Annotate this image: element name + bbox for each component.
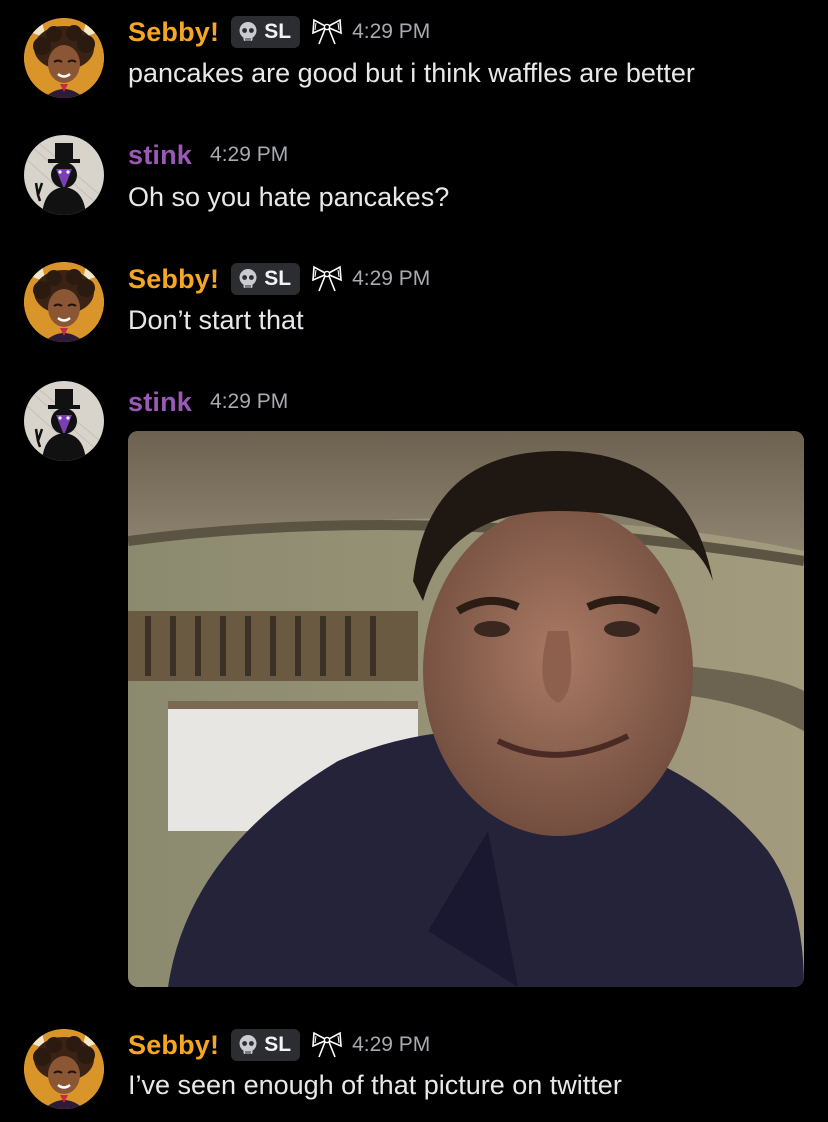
- message-text: Oh so you hate pancakes?: [128, 182, 450, 212]
- message-header: Sebby! SL 4:29 PM: [128, 1027, 430, 1063]
- tag-label: SL: [264, 20, 292, 43]
- server-tag[interactable]: SL: [231, 1029, 301, 1061]
- message-header: Sebby! SL 4:29 PM: [128, 14, 430, 50]
- stink-avatar[interactable]: [24, 381, 104, 461]
- message-header: stink 4:29 PM: [128, 137, 288, 173]
- sebby-avatar[interactable]: [24, 262, 104, 342]
- skull-icon: [237, 21, 259, 43]
- server-tag[interactable]: SL: [231, 16, 301, 48]
- image-attachment[interactable]: [128, 431, 804, 987]
- message-text: pancakes are good but i think waffles ar…: [128, 58, 695, 88]
- timestamp: 4:29 PM: [210, 390, 289, 413]
- stink-avatar[interactable]: [24, 135, 104, 215]
- message-text: Don’t start that: [128, 305, 304, 335]
- server-tag[interactable]: SL: [231, 263, 301, 295]
- sebby-avatar[interactable]: [24, 18, 104, 98]
- timestamp: 4:29 PM: [352, 20, 431, 43]
- skull-icon: [237, 1034, 259, 1056]
- message-header: stink 4:29 PM: [128, 384, 288, 420]
- username[interactable]: Sebby!: [128, 17, 219, 48]
- tag-label: SL: [264, 1033, 292, 1056]
- username[interactable]: stink: [128, 140, 192, 171]
- bow-icon[interactable]: [310, 1030, 344, 1060]
- username[interactable]: Sebby!: [128, 1030, 219, 1061]
- username[interactable]: stink: [128, 387, 192, 418]
- timestamp: 4:29 PM: [352, 1033, 431, 1056]
- bow-icon[interactable]: [310, 264, 344, 294]
- bow-icon[interactable]: [310, 17, 344, 47]
- username[interactable]: Sebby!: [128, 264, 219, 295]
- message-text: I’ve seen enough of that picture on twit…: [128, 1070, 622, 1100]
- timestamp: 4:29 PM: [352, 267, 431, 290]
- tag-label: SL: [264, 267, 292, 290]
- timestamp: 4:29 PM: [210, 143, 289, 166]
- sebby-avatar[interactable]: [24, 1029, 104, 1109]
- message-header: Sebby! SL 4:29 PM: [128, 261, 430, 297]
- skull-icon: [237, 268, 259, 290]
